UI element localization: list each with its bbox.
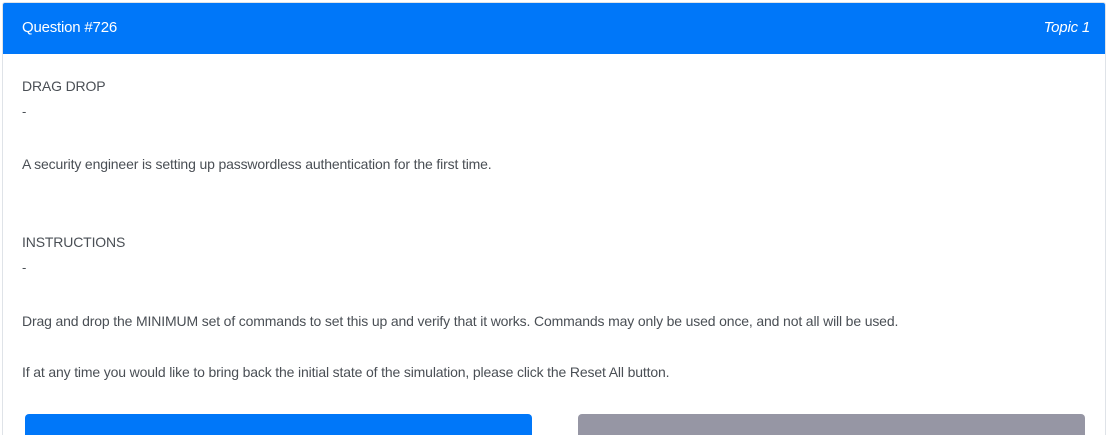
section-heading-drag-drop: DRAG DROP — [22, 78, 106, 94]
question-topic: Topic 1 — [1043, 19, 1091, 36]
intro-text: A security engineer is setting up passwo… — [22, 156, 492, 172]
section-dash: - — [22, 104, 27, 119]
primary-panel-button[interactable] — [25, 414, 532, 435]
section-heading-instructions: INSTRUCTIONS — [22, 234, 126, 250]
question-header: Question #726 Topic 1 — [3, 3, 1105, 54]
question-number: Question #726 — [22, 19, 117, 36]
secondary-panel-button[interactable] — [578, 414, 1085, 435]
section-dash: - — [22, 260, 27, 275]
reset-instruction-text: If at any time you would like to bring b… — [22, 364, 670, 380]
instruction-text: Drag and drop the MINIMUM set of command… — [22, 313, 899, 329]
question-card: Question #726 Topic 1 DRAG DROP - A secu… — [2, 2, 1106, 435]
